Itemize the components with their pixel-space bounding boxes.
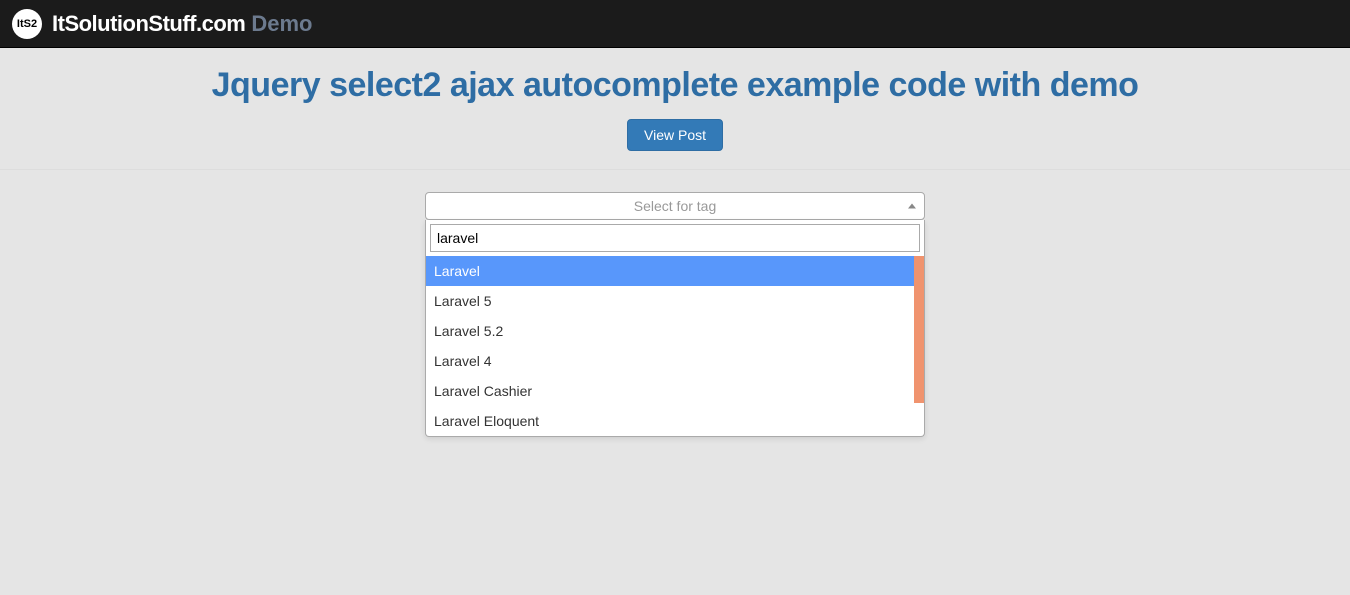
site-brand[interactable]: ItSolutionStuff.com <box>52 11 245 37</box>
header-section: Jquery select2 ajax autocomplete example… <box>0 48 1350 170</box>
select2-option[interactable]: Laravel 4 <box>426 346 924 376</box>
select2-selection[interactable]: Select for tag <box>425 192 925 220</box>
select2-search-wrap <box>426 220 924 256</box>
select2-dropdown: LaravelLaravel 5Laravel 5.2Laravel 4Lara… <box>425 220 925 437</box>
select2-results: LaravelLaravel 5Laravel 5.2Laravel 4Lara… <box>426 256 924 436</box>
select2-option[interactable]: Laravel Cashier <box>426 376 924 406</box>
site-logo[interactable]: ItS2 <box>12 9 42 39</box>
chevron-up-icon <box>908 204 916 209</box>
select2-search-input[interactable] <box>430 224 920 252</box>
demo-label: Demo <box>251 11 312 37</box>
select2-option[interactable]: Laravel 5.2 <box>426 316 924 346</box>
view-post-button[interactable]: View Post <box>627 119 723 151</box>
navbar: ItS2 ItSolutionStuff.com Demo <box>0 0 1350 48</box>
select2-option[interactable]: Laravel 5 <box>426 286 924 316</box>
page-title: Jquery select2 ajax autocomplete example… <box>0 66 1350 105</box>
select2-option[interactable]: Laravel Eloquent <box>426 406 924 436</box>
scrollbar[interactable] <box>914 256 924 403</box>
content-area: Select for tag LaravelLaravel 5Laravel 5… <box>0 170 1350 220</box>
select2-option[interactable]: Laravel <box>426 256 924 286</box>
select2-placeholder: Select for tag <box>634 198 717 214</box>
select2-widget: Select for tag LaravelLaravel 5Laravel 5… <box>425 192 925 220</box>
